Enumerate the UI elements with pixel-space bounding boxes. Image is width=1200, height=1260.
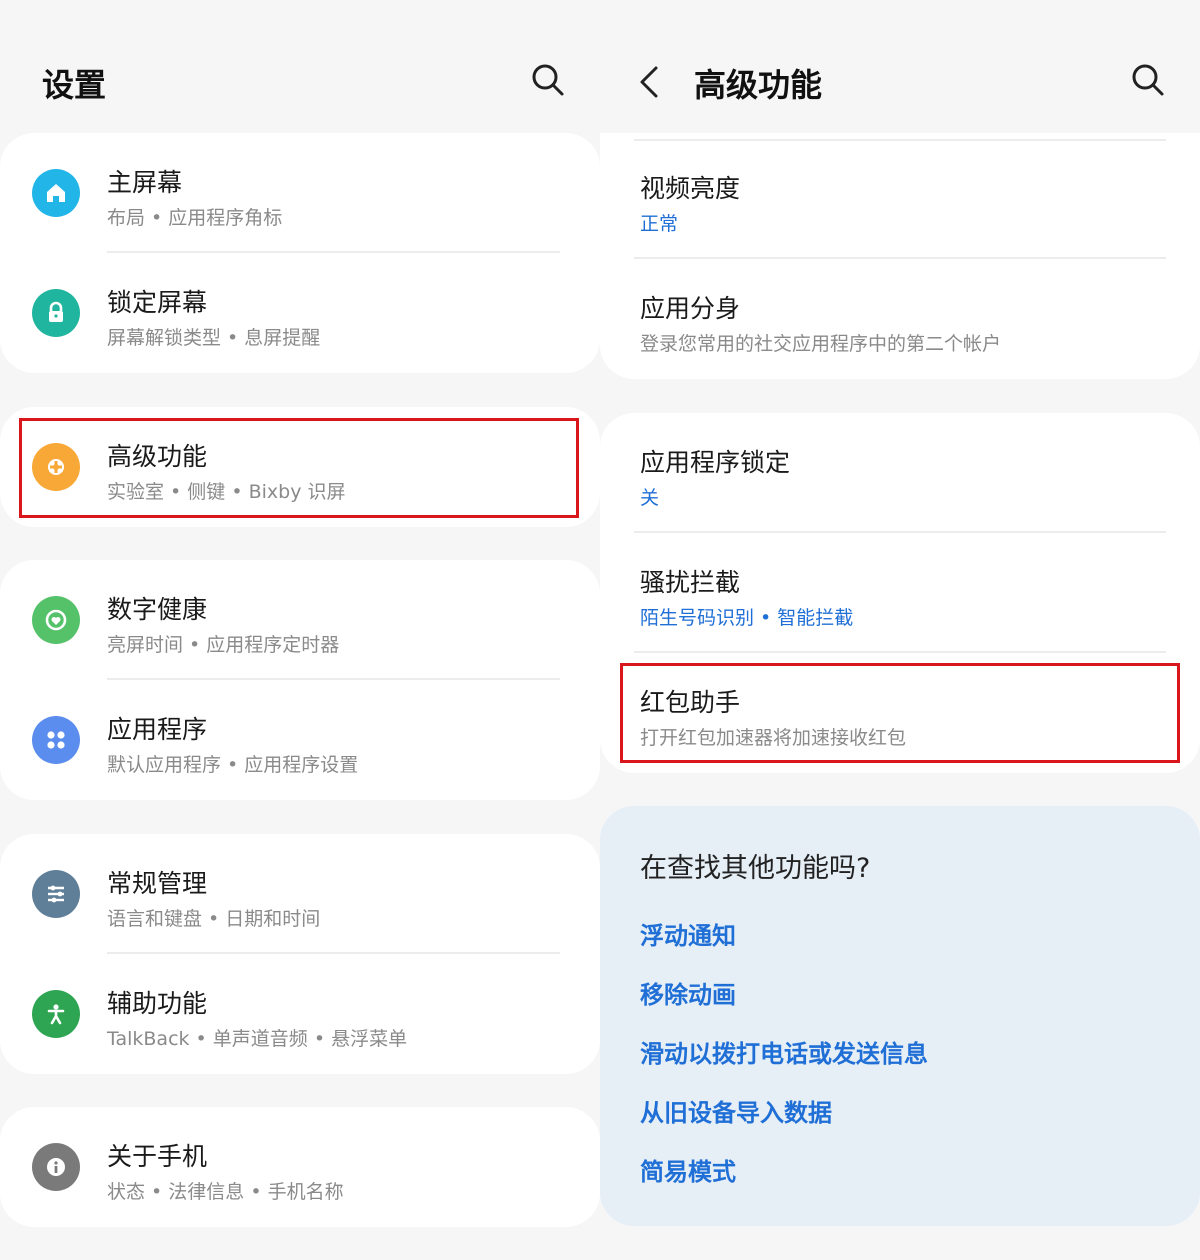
advanced-item-dual-messenger[interactable]: 应用分身 登录您常用的社交应用程序中的第二个帐户 <box>600 259 1200 379</box>
advanced-item-call-block[interactable]: 骚扰拦截 陌生号码识别 • 智能拦截 <box>600 533 1200 653</box>
item-subtitle: 默认应用程序 • 应用程序设置 <box>107 754 359 776</box>
settings-item-general-management[interactable]: 常规管理 语言和键盘 • 日期和时间 <box>0 834 600 954</box>
item-subtitle: 状态 • 法律信息 • 手机名称 <box>107 1181 344 1203</box>
settings-item-lock-screen[interactable]: 锁定屏幕 屏幕解锁类型 • 息屏提醒 <box>0 253 600 373</box>
item-title: 高级功能 <box>107 442 208 471</box>
item-subtitle: 登录您常用的社交应用程序中的第二个帐户 <box>640 333 1002 355</box>
item-title: 辅助功能 <box>107 989 208 1018</box>
item-subtitle: 实验室 • 侧键 • Bixby 识屏 <box>107 481 346 503</box>
settings-item-apps[interactable]: 应用程序 默认应用程序 • 应用程序设置 <box>0 680 600 800</box>
item-subtitle: 亮屏时间 • 应用程序定时器 <box>107 634 340 656</box>
item-title: 骚扰拦截 <box>640 568 741 597</box>
lock-icon <box>32 289 80 337</box>
page-title: 高级功能 <box>694 66 823 104</box>
apps-grid-icon <box>32 716 80 764</box>
item-title: 关于手机 <box>107 1142 208 1171</box>
advanced-group-2: 应用程序锁定 关 骚扰拦截 陌生号码识别 • 智能拦截 红包助手 打开红包加速器… <box>600 413 1200 773</box>
settings-header: 设置 <box>0 50 600 114</box>
search-icon <box>532 64 564 96</box>
item-subtitle: 陌生号码识别 • 智能拦截 <box>640 607 854 629</box>
item-title: 数字健康 <box>107 595 208 624</box>
search-button[interactable] <box>1126 58 1170 102</box>
advanced-group-1: 视频亮度 正常 应用分身 登录您常用的社交应用程序中的第二个帐户 <box>600 133 1200 379</box>
item-title: 锁定屏幕 <box>107 288 208 317</box>
settings-item-home-screen[interactable]: 主屏幕 布局 • 应用程序角标 <box>0 133 600 253</box>
item-subtitle: 关 <box>640 487 660 509</box>
advanced-item-red-packet-assistant[interactable]: 红包助手 打开红包加速器将加速接收红包 <box>600 653 1200 773</box>
item-title: 红包助手 <box>640 688 741 717</box>
heart-ring-icon <box>32 596 80 644</box>
item-title: 常规管理 <box>107 869 208 898</box>
settings-group-1: 主屏幕 布局 • 应用程序角标 锁定屏幕 屏幕解锁类型 • 息屏提醒 <box>0 133 600 373</box>
advanced-features-panel: 高级功能 视频亮度 正常 应用分身 登录您常用的社交应用程序中的第二个帐户 应用… <box>600 0 1200 1260</box>
settings-group-5: 关于手机 状态 • 法律信息 • 手机名称 <box>0 1107 600 1227</box>
item-title: 视频亮度 <box>640 174 741 203</box>
suggestion-link-import-data[interactable]: 从旧设备导入数据 <box>640 1093 832 1128</box>
item-subtitle: 打开红包加速器将加速接收红包 <box>640 727 907 749</box>
settings-item-digital-wellbeing[interactable]: 数字健康 亮屏时间 • 应用程序定时器 <box>0 560 600 680</box>
item-title: 应用分身 <box>640 294 741 323</box>
sliders-icon <box>32 870 80 918</box>
item-title: 应用程序 <box>107 715 208 744</box>
item-subtitle: 屏幕解锁类型 • 息屏提醒 <box>107 327 321 349</box>
item-title: 主屏幕 <box>107 168 183 197</box>
settings-group-3: 数字健康 亮屏时间 • 应用程序定时器 应用程序 默认应用程序 • 应用程序设置 <box>0 560 600 800</box>
search-button[interactable] <box>526 58 570 102</box>
item-subtitle: TalkBack • 单声道音频 • 悬浮菜单 <box>107 1028 408 1050</box>
suggestions-title: 在查找其他功能吗? <box>640 853 871 884</box>
item-subtitle: 布局 • 应用程序角标 <box>107 207 283 229</box>
settings-item-about-phone[interactable]: 关于手机 状态 • 法律信息 • 手机名称 <box>0 1107 600 1227</box>
chevron-left-icon <box>640 66 658 98</box>
suggestion-link-easy-mode[interactable]: 简易模式 <box>640 1152 736 1187</box>
advanced-item-video-brightness[interactable]: 视频亮度 正常 <box>600 139 1200 259</box>
settings-item-advanced-features[interactable]: 高级功能 实验室 • 侧键 • Bixby 识屏 <box>0 407 600 527</box>
suggestion-link-floating-notifications[interactable]: 浮动通知 <box>640 916 736 951</box>
page-title: 设置 <box>42 66 107 104</box>
item-subtitle: 正常 <box>640 213 679 235</box>
item-subtitle: 语言和键盘 • 日期和时间 <box>107 908 321 930</box>
suggestion-link-swipe-to-call[interactable]: 滑动以拨打电话或发送信息 <box>640 1034 928 1069</box>
accessibility-icon <box>32 990 80 1038</box>
settings-panel: 设置 主屏幕 布局 • 应用程序角标 锁定屏幕 屏幕解锁类型 • 息屏提醒 高级… <box>0 0 600 1260</box>
back-button[interactable] <box>628 60 672 104</box>
info-icon <box>32 1143 80 1191</box>
puzzle-gear-icon <box>32 443 80 491</box>
advanced-header: 高级功能 <box>600 50 1200 114</box>
item-title: 应用程序锁定 <box>640 448 791 477</box>
home-icon <box>32 169 80 217</box>
settings-group-4: 常规管理 语言和键盘 • 日期和时间 辅助功能 TalkBack • 单声道音频… <box>0 834 600 1074</box>
search-icon <box>1132 64 1164 96</box>
settings-group-2: 高级功能 实验室 • 侧键 • Bixby 识屏 <box>0 407 600 527</box>
advanced-item-app-lock[interactable]: 应用程序锁定 关 <box>600 413 1200 533</box>
suggestions-card: 在查找其他功能吗? 浮动通知 移除动画 滑动以拨打电话或发送信息 从旧设备导入数… <box>600 806 1200 1226</box>
suggestion-link-remove-animations[interactable]: 移除动画 <box>640 975 736 1010</box>
settings-item-accessibility[interactable]: 辅助功能 TalkBack • 单声道音频 • 悬浮菜单 <box>0 954 600 1074</box>
